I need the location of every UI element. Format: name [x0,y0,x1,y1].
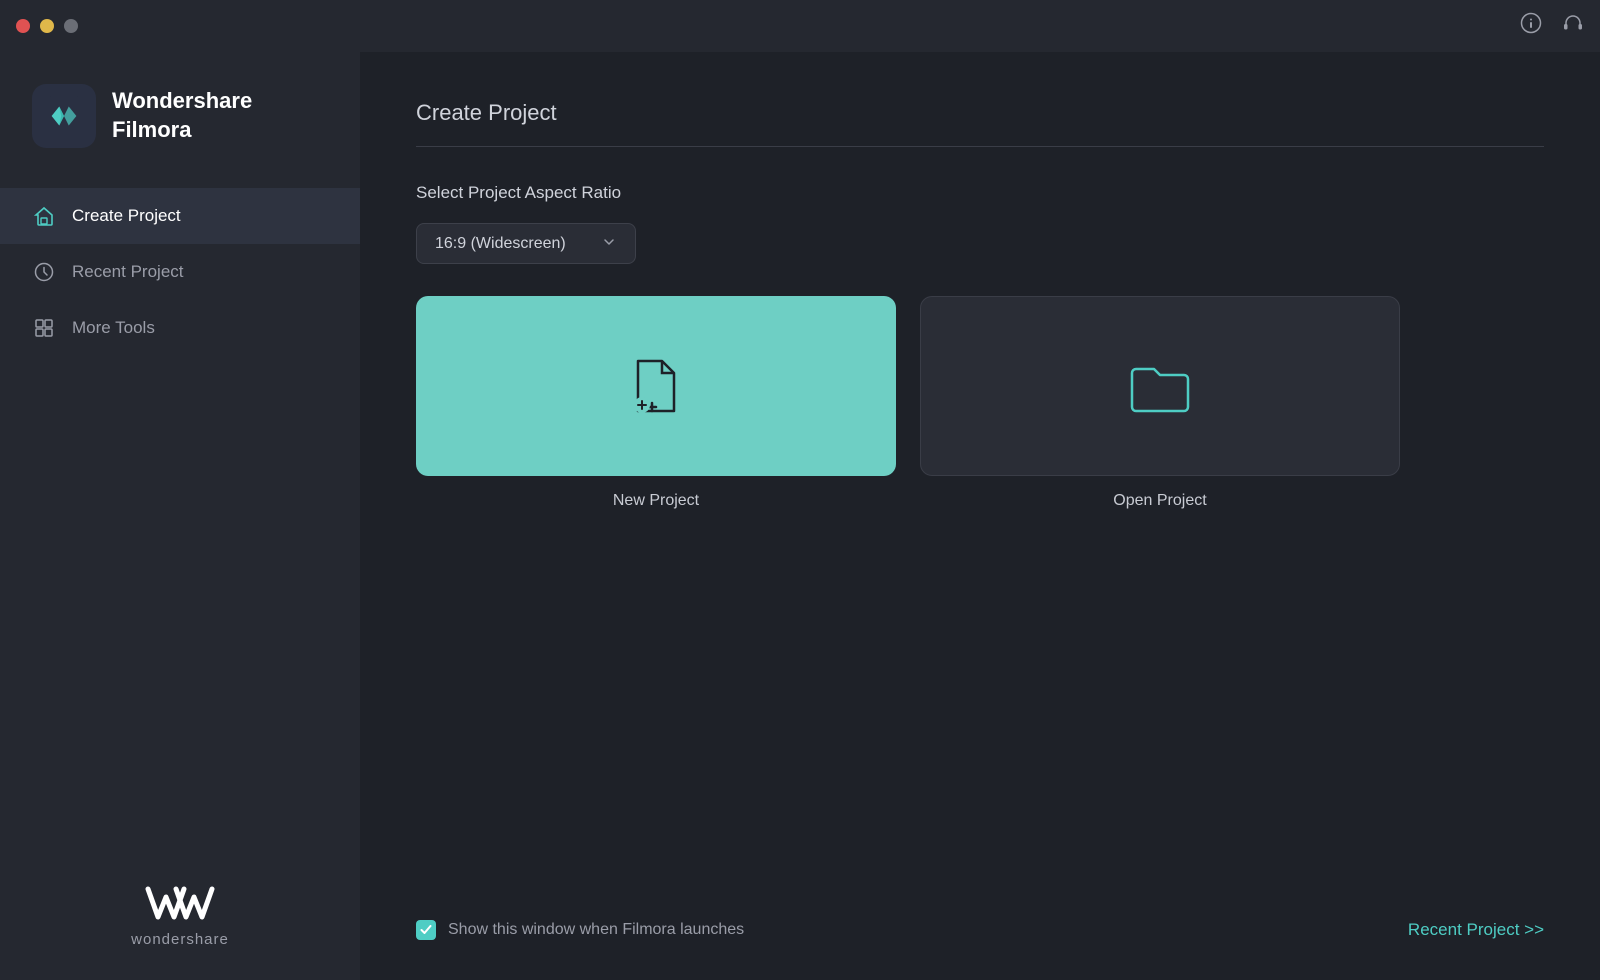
sidebar-item-create-project[interactable]: Create Project [0,188,360,244]
project-cards: New Project Open Project [416,296,1544,510]
ws-logo-mark [144,881,216,925]
grid-icon [32,316,56,340]
show-window-checkbox-row: Show this window when Filmora launches [416,920,744,940]
title-divider [416,146,1544,147]
title-bar-actions [1520,12,1584,40]
content-footer: Show this window when Filmora launches R… [416,904,1544,940]
sidebar-footer: wondershare [0,849,360,980]
sidebar-item-more-tools[interactable]: More Tools [0,300,360,356]
aspect-ratio-label: Select Project Aspect Ratio [416,183,1544,203]
folder-icon [1128,359,1192,413]
chevron-down-icon [601,234,617,253]
new-project-card[interactable]: New Project [416,296,896,510]
app-logo-icon [32,84,96,148]
fullscreen-button[interactable] [64,19,78,33]
traffic-lights [16,19,78,33]
open-project-visual [920,296,1400,476]
open-project-label: Open Project [1113,492,1206,510]
title-bar [0,0,1600,52]
home-icon [32,204,56,228]
app-name: Wondershare Filmora [112,87,328,144]
sidebar-item-more-tools-label: More Tools [72,318,155,338]
minimize-button[interactable] [40,19,54,33]
new-document-icon [628,355,684,417]
clock-icon [32,260,56,284]
aspect-ratio-value: 16:9 (Widescreen) [435,235,566,253]
close-button[interactable] [16,19,30,33]
show-window-label: Show this window when Filmora launches [448,921,744,939]
aspect-ratio-dropdown[interactable]: 16:9 (Widescreen) [416,223,636,264]
content-area: Create Project Select Project Aspect Rat… [360,52,1600,980]
wondershare-logo: wondershare [131,881,229,948]
headset-icon[interactable] [1562,12,1584,40]
show-window-checkbox[interactable] [416,920,436,940]
main-layout: Wondershare Filmora Create Project [0,52,1600,980]
sidebar-item-recent-project[interactable]: Recent Project [0,244,360,300]
recent-project-link[interactable]: Recent Project >> [1408,920,1544,940]
sidebar-item-create-project-label: Create Project [72,206,181,226]
sidebar: Wondershare Filmora Create Project [0,52,360,980]
ws-brand-name: wondershare [131,931,229,948]
new-project-visual [416,296,896,476]
info-icon[interactable] [1520,12,1542,40]
open-project-card[interactable]: Open Project [920,296,1400,510]
page-title: Create Project [416,100,1544,126]
new-project-label: New Project [613,492,699,510]
sidebar-logo: Wondershare Filmora [0,52,360,188]
sidebar-item-recent-project-label: Recent Project [72,262,184,282]
sidebar-nav: Create Project Recent Project [0,188,360,356]
content-spacer [416,550,1544,904]
